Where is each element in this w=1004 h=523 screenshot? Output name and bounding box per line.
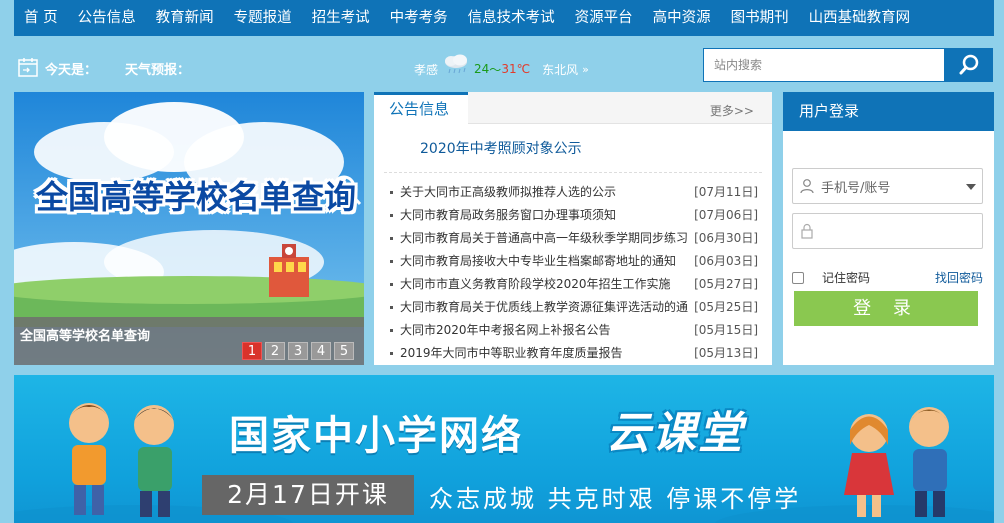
login-button[interactable]: 登 录 xyxy=(794,291,978,326)
slide-page-2[interactable]: 2 xyxy=(265,342,285,360)
notice-divider xyxy=(384,172,762,173)
news-title[interactable]: 2019年大同市中等职业教育年度质量报告 xyxy=(400,342,688,365)
notice-header: 公告信息 更多>> xyxy=(374,92,772,125)
weather-more-icon: » xyxy=(582,62,589,76)
news-title[interactable]: 大同市2020年中考报名网上补报名公告 xyxy=(400,319,688,342)
notice-panel: 公告信息 更多>> 2020年中考照顾对象公示 关于大同市正高级教师拟推荐人选的… xyxy=(374,92,772,365)
info-bar: 今天是： 天气预报： 孝感 24 ～ 31℃ 东北风 » xyxy=(14,46,994,84)
nav-item-special-reports[interactable]: 专题报道 xyxy=(224,0,302,36)
lock-icon xyxy=(793,213,821,249)
bullet-icon xyxy=(390,352,393,355)
login-panel: 用户登录 手机号/账号 记住密码 找回密码 登 录 xyxy=(783,92,994,365)
search-icon xyxy=(959,54,978,75)
news-date: [07月06日] xyxy=(694,208,758,222)
top-nav: 首 页 公告信息 教育新闻 专题报道 招生考试 中考考务 信息技术考试 资源平台… xyxy=(14,0,994,36)
nav-item-it-exam[interactable]: 信息技术考试 xyxy=(458,0,565,36)
list-item[interactable]: 大同市市直义务教育阶段学校2020年招生工作实施 [05月27日] xyxy=(390,273,760,296)
list-item[interactable]: 大同市教育局政务服务窗口办理事项须知 [07月06日] xyxy=(390,204,760,227)
site-search xyxy=(703,48,993,82)
list-item[interactable]: 大同市教育局关于普通高中高一年级秋季学期同步练习 [06月30日] xyxy=(390,227,760,250)
news-title[interactable]: 关于大同市正高级教师拟推荐人选的公示 xyxy=(400,181,688,204)
nav-item-resources[interactable]: 资源平台 xyxy=(565,0,643,36)
featured-slider[interactable]: 全国高等学校名单查询 全国高等学校名单查询 1 2 3 4 5 xyxy=(14,92,364,365)
news-title[interactable]: 大同市教育局关于普通高中高一年级秋季学期同步练习 xyxy=(400,227,688,250)
forgot-password-link[interactable]: 找回密码 xyxy=(935,269,983,286)
slide-caption[interactable]: 全国高等学校名单查询 xyxy=(20,325,150,344)
bullet-icon xyxy=(390,329,393,332)
search-button[interactable] xyxy=(944,48,993,82)
list-item[interactable]: 关于大同市正高级教师拟推荐人选的公示 [07月11日] xyxy=(390,181,760,204)
news-date: [05月13日] xyxy=(694,346,758,360)
list-item[interactable]: 大同市教育局关于优质线上教学资源征集评选活动的通 [05月25日] xyxy=(390,296,760,319)
nav-item-home[interactable]: 首 页 xyxy=(14,0,68,36)
remember-checkbox[interactable] xyxy=(792,271,804,284)
nav-item-shanxi-edu[interactable]: 山西基础教育网 xyxy=(799,0,921,36)
news-title[interactable]: 大同市教育局关于优质线上教学资源征集评选活动的通 xyxy=(400,296,688,319)
forecast-label: 天气预报： xyxy=(125,63,191,78)
nav-item-announcements[interactable]: 公告信息 xyxy=(68,0,146,36)
kid-illustration-right xyxy=(844,407,949,517)
slide-page-4[interactable]: 4 xyxy=(311,342,331,360)
bullet-icon xyxy=(390,306,393,309)
news-date: [05月27日] xyxy=(694,277,758,291)
banner-date: 2月17日开课 xyxy=(202,475,414,515)
bullet-icon xyxy=(390,283,393,286)
bullet-icon xyxy=(390,237,393,240)
weather-high: 31℃ xyxy=(501,62,531,76)
banner-brand: 云课堂 xyxy=(606,408,744,459)
search-input[interactable] xyxy=(703,48,944,82)
weather-wind: 东北风 xyxy=(542,62,579,77)
nav-item-high-school[interactable]: 高中资源 xyxy=(643,0,721,36)
news-date: [07月11日] xyxy=(694,185,758,199)
account-placeholder: 手机号/账号 xyxy=(821,180,891,196)
banner-title: 国家中小学网络 xyxy=(229,413,523,459)
remember-password[interactable]: 记住密码 xyxy=(792,269,870,286)
weather-low: 24 xyxy=(474,62,490,76)
bullet-icon xyxy=(390,214,393,217)
nav-item-zhongkao[interactable]: 中考考务 xyxy=(380,0,458,36)
news-title[interactable]: 大同市市直义务教育阶段学校2020年招生工作实施 xyxy=(400,273,688,296)
calendar-icon xyxy=(18,58,38,77)
slide-pagination: 1 2 3 4 5 xyxy=(242,342,354,360)
password-field[interactable] xyxy=(792,213,983,249)
news-date: [05月15日] xyxy=(694,323,758,337)
today-label: 今天是： xyxy=(45,63,98,78)
weather-widget[interactable]: 孝感 24 ～ 31℃ 东北风 » xyxy=(414,54,589,80)
list-item[interactable]: 大同市2020年中考报名网上补报名公告 [05月15日] xyxy=(390,319,760,342)
news-title[interactable]: 大同市教育局政务服务窗口办理事项须知 xyxy=(400,204,688,227)
bullet-icon xyxy=(390,260,393,263)
nav-item-admission-exams[interactable]: 招生考试 xyxy=(302,0,380,36)
chevron-down-icon[interactable] xyxy=(966,184,976,190)
cloud-classroom-banner[interactable]: 国家中小学网络 云课堂 2月17日开课 众志成城 共克时艰 停课不停学 xyxy=(14,375,994,523)
news-date: [06月30日] xyxy=(694,231,758,245)
slide-page-5[interactable]: 5 xyxy=(334,342,354,360)
banner-slogan: 众志成城 共克时艰 停课不停学 xyxy=(429,485,802,513)
tab-announcements[interactable]: 公告信息 xyxy=(374,92,468,125)
list-item[interactable]: 2019年大同市中等职业教育年度质量报告 [05月13日] xyxy=(390,342,760,365)
account-field[interactable]: 手机号/账号 xyxy=(792,168,983,204)
weather-city: 孝感 xyxy=(414,62,439,77)
user-icon xyxy=(793,168,821,204)
news-title[interactable]: 大同市教育局接收大中专毕业生档案邮寄地址的通知 xyxy=(400,250,688,273)
rain-cloud-icon xyxy=(445,54,468,74)
nav-item-library[interactable]: 图书期刊 xyxy=(721,0,799,36)
more-link[interactable]: 更多>> xyxy=(710,102,754,119)
list-item[interactable]: 大同市教育局接收大中专毕业生档案邮寄地址的通知 [06月03日] xyxy=(390,250,760,273)
slide-image-title: 全国高等学校名单查询 xyxy=(36,178,357,216)
news-date: [06月03日] xyxy=(694,254,758,268)
news-list: 关于大同市正高级教师拟推荐人选的公示 [07月11日] 大同市教育局政务服务窗口办… xyxy=(390,181,760,365)
bullet-icon xyxy=(390,191,393,194)
slide-page-3[interactable]: 3 xyxy=(288,342,308,360)
nav-item-education-news[interactable]: 教育新闻 xyxy=(146,0,224,36)
slide-page-1[interactable]: 1 xyxy=(242,342,262,360)
weather-range-sep: ～ xyxy=(489,62,502,77)
login-title: 用户登录 xyxy=(783,92,994,131)
kid-illustration-left xyxy=(69,403,174,517)
news-date: [05月25日] xyxy=(694,300,758,314)
headline-link[interactable]: 2020年中考照顾对象公示 xyxy=(420,138,582,158)
remember-label: 记住密码 xyxy=(822,271,871,285)
